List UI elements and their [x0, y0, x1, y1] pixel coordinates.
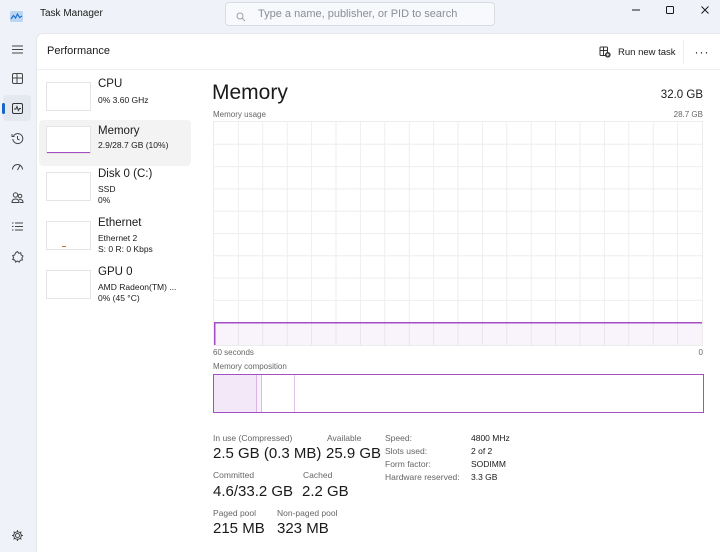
- main-panel: Performance Run new task ··· CPU 0% 3.60…: [36, 33, 720, 552]
- in-use-segment: [214, 375, 257, 412]
- header-divider: [683, 40, 684, 64]
- nav-performance[interactable]: [2, 95, 31, 121]
- cached-label: Cached: [303, 470, 333, 480]
- memory-heading: Memory: [212, 81, 288, 104]
- non-paged-pool-value: 323 MB: [277, 520, 329, 537]
- search-icon: [236, 9, 246, 22]
- memory-usage-max: 28.7 GB: [673, 110, 703, 119]
- usage-area: [214, 322, 702, 345]
- navigation-rail: [0, 30, 36, 552]
- device-detail: AMD Radeon(TM) ...: [98, 282, 177, 292]
- run-new-task-label: Run new task: [618, 46, 676, 58]
- app-title: Task Manager: [40, 8, 103, 19]
- device-item-ethernet[interactable]: Ethernet Ethernet 2 S: 0 R: 0 Kbps: [39, 217, 191, 263]
- maximize-icon: [666, 6, 674, 14]
- device-title: Ethernet: [98, 217, 142, 229]
- startup-icon: [11, 163, 23, 170]
- minimize-button[interactable]: [618, 0, 654, 20]
- cached-value: 2.2 GB: [302, 483, 349, 500]
- ethernet-thumbnail-line: [62, 245, 66, 247]
- nav-app-history[interactable]: [3, 125, 31, 151]
- nav-details[interactable]: [3, 213, 31, 239]
- memory-thumbnail-line: [47, 151, 90, 153]
- memory-usage-graph: [213, 121, 703, 346]
- title-bar: Task Manager: [0, 0, 720, 30]
- spec-key: Hardware reserved:: [385, 472, 460, 482]
- device-title: GPU 0: [98, 266, 133, 278]
- available-label: Available: [327, 433, 362, 443]
- gear-icon: [11, 529, 23, 541]
- committed-label: Committed: [213, 470, 255, 480]
- cpu-thumbnail-graph: [46, 82, 91, 111]
- device-title: CPU: [98, 78, 123, 90]
- nav-settings[interactable]: [3, 522, 31, 548]
- available-value: 25.9 GB: [326, 445, 382, 462]
- device-detail: 0% 3.60 GHz: [98, 95, 149, 105]
- device-detail: SSD: [98, 184, 116, 194]
- memory-total: 32.0 GB: [660, 89, 703, 101]
- more-options-button[interactable]: ···: [692, 42, 712, 62]
- nav-processes[interactable]: [3, 65, 31, 91]
- menu-icon: [11, 45, 23, 53]
- device-item-memory[interactable]: Memory 2.9/28.7 GB (10%): [39, 120, 191, 166]
- spec-value: 3.3 GB: [471, 472, 498, 482]
- device-detail: 0%: [98, 195, 111, 205]
- time-axis-end: 0: [698, 348, 703, 357]
- close-button[interactable]: [687, 0, 720, 20]
- paged-pool-value: 215 MB: [213, 520, 265, 537]
- device-detail: S: 0 R: 0 Kbps: [98, 244, 153, 254]
- search-input[interactable]: [258, 6, 488, 22]
- users-icon: [10, 191, 24, 203]
- paged-pool-label: Paged pool: [213, 508, 257, 518]
- performance-icon: [11, 102, 23, 114]
- panel-header: Performance Run new task ···: [37, 34, 720, 70]
- run-new-task-icon: [599, 46, 611, 58]
- memory-thumbnail-graph: [46, 126, 91, 154]
- nav-services[interactable]: [3, 243, 31, 269]
- device-title: Memory: [98, 125, 140, 137]
- device-item-gpu[interactable]: GPU 0 AMD Radeon(TM) ... 0% (45 °C): [39, 266, 191, 312]
- memory-composition-bar[interactable]: [213, 374, 704, 413]
- non-paged-pool-label: Non-paged pool: [277, 508, 338, 518]
- spec-key: Speed:: [385, 433, 412, 443]
- device-detail: Ethernet 2: [98, 233, 138, 243]
- gpu-thumbnail-graph: [46, 270, 91, 299]
- spec-value: 2 of 2: [471, 446, 493, 456]
- device-item-disk[interactable]: Disk 0 (C:) SSD 0%: [39, 168, 191, 214]
- device-detail: 0% (45 °C): [98, 293, 140, 303]
- memory-composition-label: Memory composition: [213, 362, 287, 371]
- disk-thumbnail-graph: [46, 172, 91, 201]
- nav-menu-button[interactable]: [3, 36, 31, 62]
- processes-icon: [11, 72, 23, 84]
- page-title: Performance: [47, 45, 110, 57]
- task-manager-app-icon: [10, 9, 23, 22]
- time-axis-start: 60 seconds: [213, 348, 254, 357]
- details-icon: [11, 222, 23, 230]
- history-icon: [11, 132, 23, 144]
- search-box[interactable]: [225, 2, 495, 26]
- memory-usage-label: Memory usage: [213, 110, 266, 119]
- nav-users[interactable]: [3, 184, 31, 210]
- spec-value: SODIMM: [471, 459, 506, 469]
- maximize-button[interactable]: [652, 0, 688, 20]
- minimize-icon: [632, 9, 640, 11]
- spec-key: Form factor:: [385, 459, 431, 469]
- close-icon: [701, 6, 709, 14]
- device-title: Disk 0 (C:): [98, 168, 153, 180]
- ethernet-thumbnail-graph: [46, 221, 91, 250]
- run-new-task-button[interactable]: Run new task: [599, 42, 676, 62]
- standby-segment: [262, 375, 295, 412]
- device-detail: 2.9/28.7 GB (10%): [98, 140, 169, 150]
- in-use-label: In use (Compressed): [213, 433, 293, 443]
- nav-startup-apps[interactable]: [3, 154, 31, 180]
- committed-value: 4.6/33.2 GB: [213, 483, 294, 500]
- in-use-value: 2.5 GB (0.3 MB): [213, 445, 322, 462]
- device-item-cpu[interactable]: CPU 0% 3.60 GHz: [39, 78, 191, 124]
- spec-value: 4800 MHz: [471, 433, 510, 443]
- spec-key: Slots used:: [385, 446, 428, 456]
- services-icon: [11, 250, 24, 263]
